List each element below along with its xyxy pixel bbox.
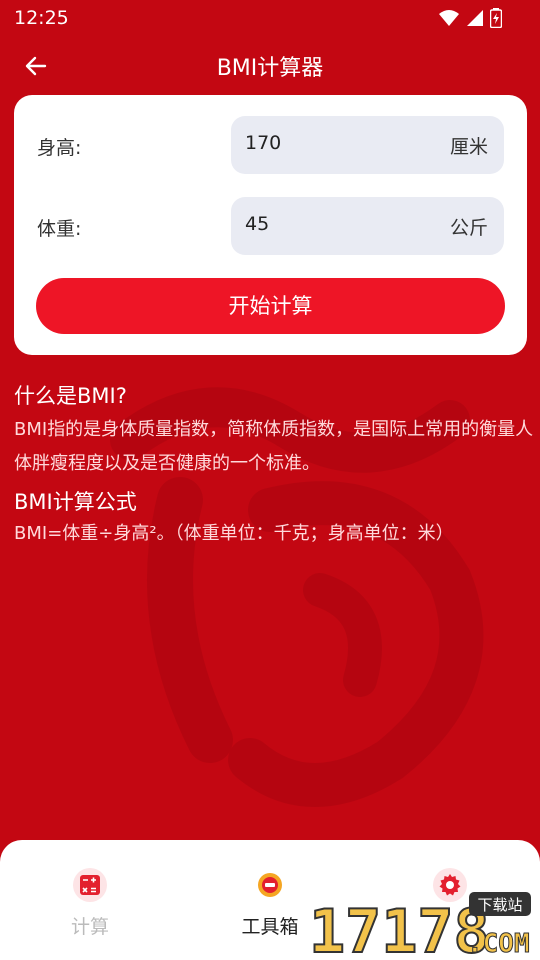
what-is-bmi-heading: 什么是BMI? [14,384,127,408]
status-bar: 12:25 [0,0,540,36]
calculator-icon [73,868,107,902]
wifi-icon [439,10,459,26]
weight-label: 体重: [37,218,82,240]
bmi-formula-heading: BMI计算公式 [14,490,137,514]
height-field[interactable]: 170 厘米 [231,116,504,174]
start-calculate-button[interactable]: 开始计算 [36,278,505,334]
bmi-form-card: 身高: 170 厘米 体重: 45 公斤 开始计算 [14,95,527,355]
site-watermark: 17178 下载站 .COM [309,892,531,958]
watermark-suffix: .COM [467,929,530,958]
bmi-formula-text: BMI=体重÷身高²。（体重单位：千克；身高单位：米） [14,523,454,544]
what-is-bmi-text: BMI指的是身体质量指数，简称体质指数，是国际上常用的衡量人体胖瘦程度以及是否健… [14,419,534,474]
nav-item-calculate[interactable]: 计算 [30,868,150,948]
status-time: 12:25 [14,7,69,29]
nav-label-calculate: 计算 [70,916,109,938]
watermark-number: 17178 [309,897,490,958]
watermark-tag: 下载站 [477,896,522,914]
weight-field[interactable]: 45 公斤 [231,197,504,255]
height-label: 身高: [37,137,82,159]
weight-value[interactable]: 45 [245,213,269,235]
signal-icon [467,10,483,26]
weight-unit: 公斤 [449,217,488,239]
height-unit: 厘米 [449,136,488,158]
height-value[interactable]: 170 [245,132,281,154]
status-icons [438,8,502,28]
page-title: BMI计算器 [216,56,324,81]
toolbox-icon [253,868,287,902]
app-bar: BMI计算器 [0,36,540,94]
battery-icon [490,8,502,28]
